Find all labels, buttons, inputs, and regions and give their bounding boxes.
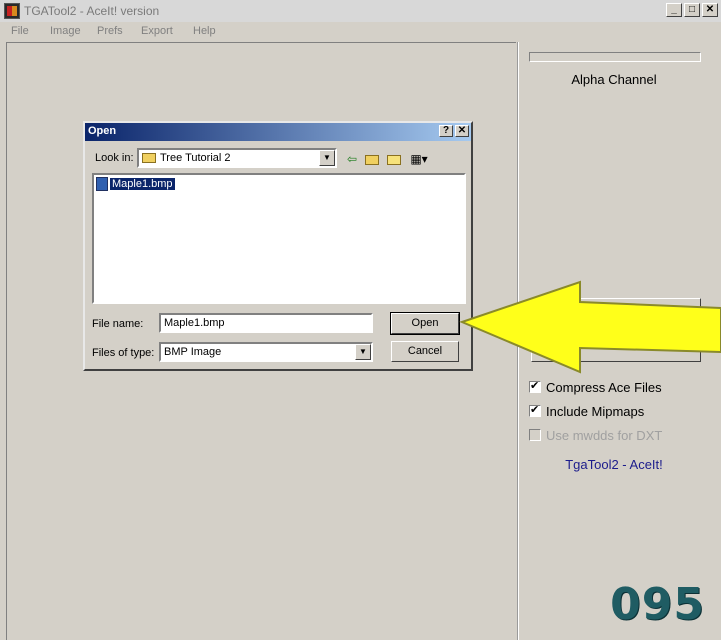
tgatool-window: TGATool2 - AceIt! version _ □ ✕ File Ima…: [0, 0, 721, 640]
arrow-shape: [459, 280, 721, 374]
slide-counter: 095: [610, 579, 705, 630]
pointer-arrow: [459, 280, 721, 374]
